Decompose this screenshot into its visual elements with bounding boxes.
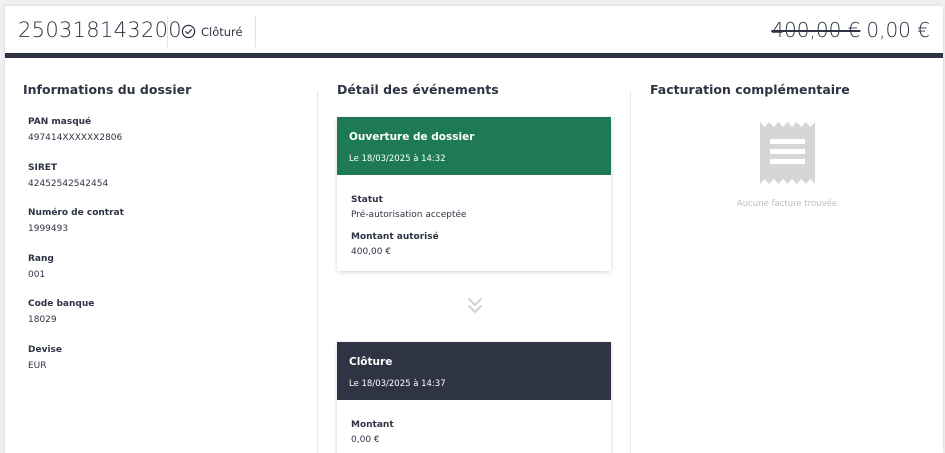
check-circle-icon xyxy=(181,24,196,39)
event-body: Montant 0,00 € xyxy=(351,420,394,445)
event-title: Clôture xyxy=(349,356,393,368)
info-field-bank-code: Code banque 18029 xyxy=(28,299,95,325)
new-amount: 0,00 € xyxy=(866,18,930,42)
event-body: Statut Pré-autorisation acceptée Montant… xyxy=(351,195,467,257)
empty-invoice-message: Aucune facture trouvée xyxy=(736,199,838,209)
event-title: Ouverture de dossier xyxy=(349,131,475,143)
status-badge: Clôturé xyxy=(167,16,256,47)
dossier-page: 250318143200 Clôturé 400,00 €0,00 € Info… xyxy=(5,6,943,453)
info-field-currency: Devise EUR xyxy=(28,345,62,371)
receipt-icon xyxy=(760,122,815,184)
event-header: Ouverture de dossier Le 18/03/2025 à 14:… xyxy=(337,117,611,175)
info-field-pan: PAN masqué 497414XXXXXX2806 xyxy=(28,117,123,143)
event-header: Clôture Le 18/03/2025 à 14:37 xyxy=(337,342,611,400)
billing-title: Facturation complémentaire xyxy=(650,82,850,97)
page-header: 250318143200 Clôturé 400,00 €0,00 € xyxy=(5,6,943,58)
dossier-id: 250318143200 xyxy=(18,18,182,42)
old-amount: 400,00 € xyxy=(771,18,861,42)
info-field-rank: Rang 001 xyxy=(28,254,54,280)
event-date: Le 18/03/2025 à 14:32 xyxy=(349,154,446,164)
event-card-opening: Ouverture de dossier Le 18/03/2025 à 14:… xyxy=(337,117,611,271)
double-chevron-down-icon xyxy=(468,298,482,313)
status-label: Clôturé xyxy=(201,24,243,39)
events-title: Détail des événements xyxy=(337,82,499,97)
info-field-siret: SIRET 42452542542454 xyxy=(28,163,109,189)
column-divider xyxy=(630,91,631,453)
info-title: Informations du dossier xyxy=(23,82,192,97)
amount-display: 400,00 €0,00 € xyxy=(771,18,930,42)
column-divider xyxy=(317,91,318,453)
info-field-contract: Numéro de contrat 1999493 xyxy=(28,208,124,234)
event-date: Le 18/03/2025 à 14:37 xyxy=(349,379,446,389)
event-card-closing: Clôture Le 18/03/2025 à 14:37 Montant 0,… xyxy=(337,342,611,453)
